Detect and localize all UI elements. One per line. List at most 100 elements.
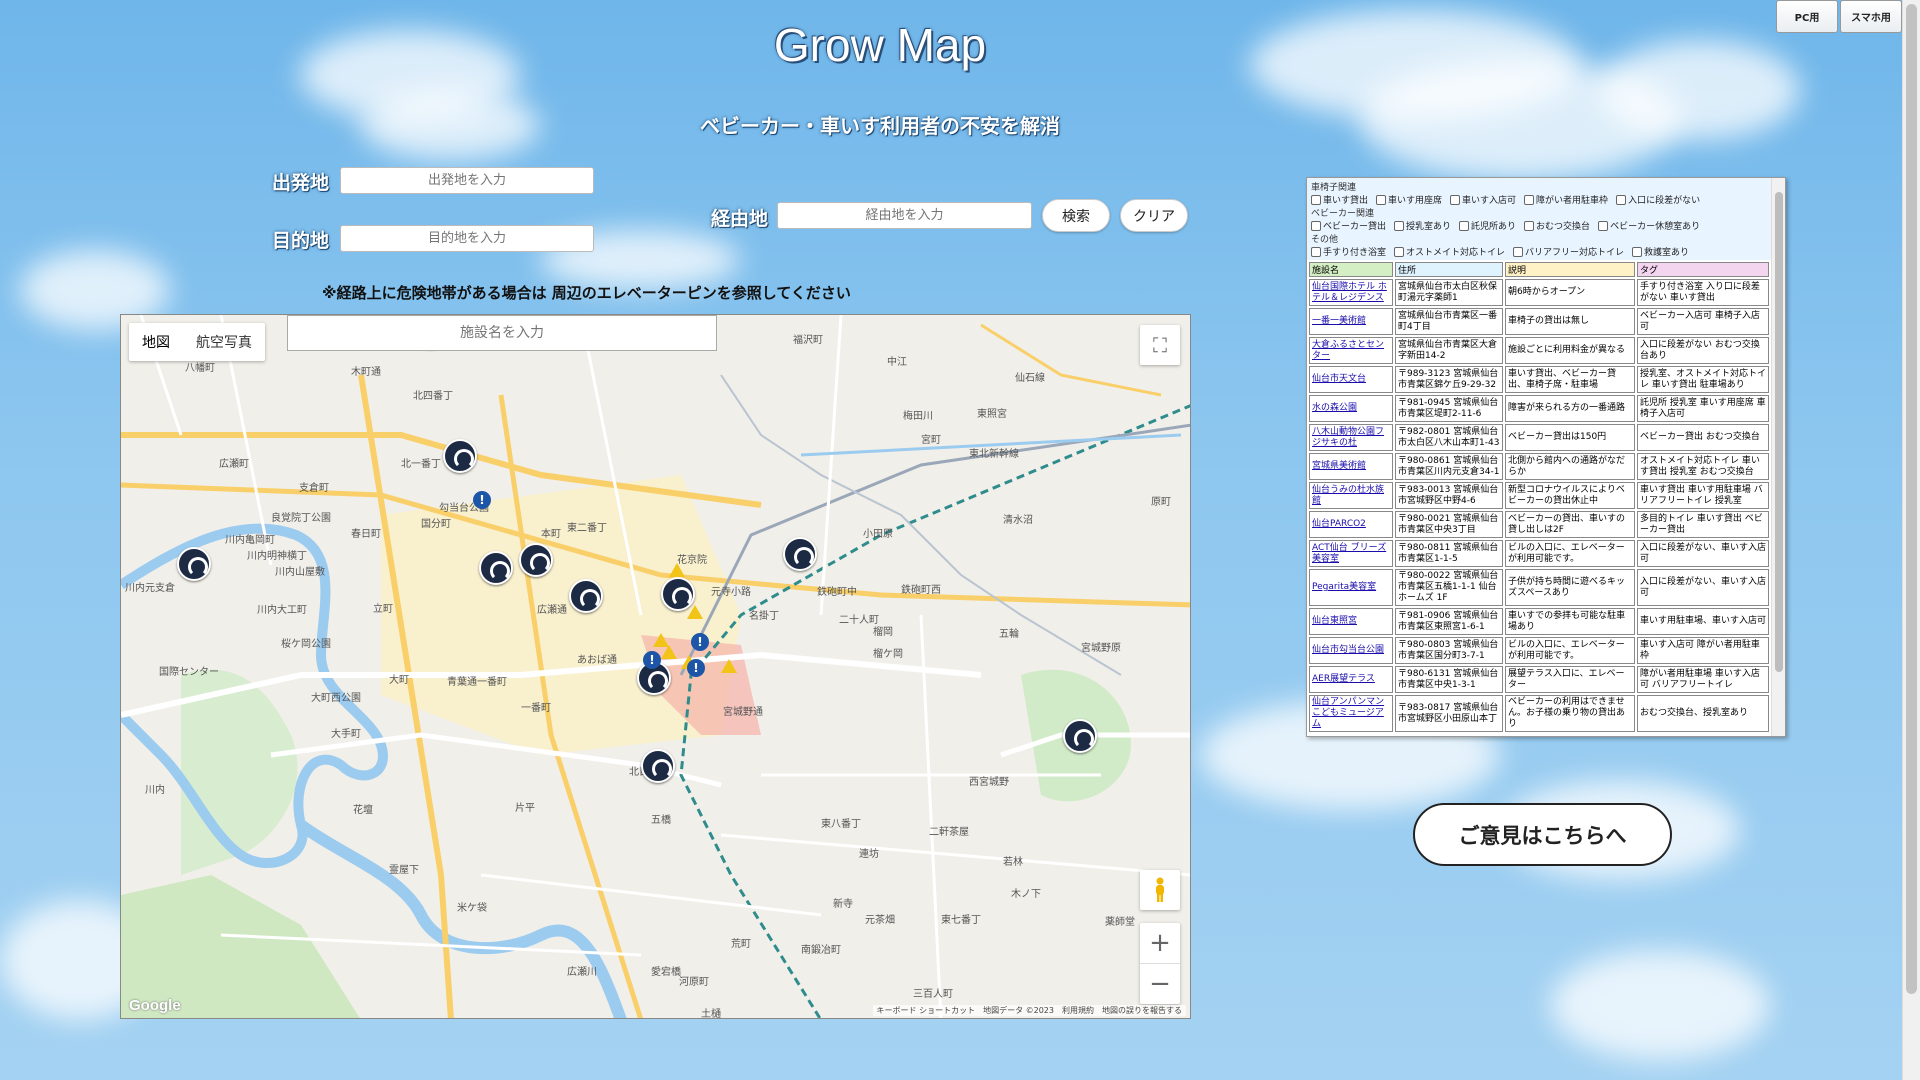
- map-place-label: 河原町: [679, 977, 709, 988]
- facility-name-link[interactable]: 大倉ふるさとセンター: [1309, 337, 1393, 364]
- table-row: 宮城県美術館 〒980-0861 宮城県仙台市青葉区川内元支倉34-1 北側から館内…: [1309, 453, 1769, 480]
- table-row: 水の森公園 〒981-0945 宮城県仙台市青葉区堤町2-11-6 障害が来られる方…: [1309, 395, 1769, 422]
- filter-checkbox[interactable]: おむつ交換台: [1524, 219, 1590, 232]
- facility-name-link[interactable]: AER展望テラス: [1309, 666, 1393, 693]
- map-place-label: 新寺: [833, 899, 853, 910]
- facility-address: 〒982-0801 宮城県仙台市太白区八木山本町1-43: [1395, 424, 1503, 451]
- filter-checkbox[interactable]: 手すり付き浴室: [1311, 245, 1386, 258]
- waypoint-input[interactable]: [777, 202, 1032, 229]
- page-scrollbar[interactable]: [1902, 0, 1920, 1080]
- facility-description: 子供が持ち時間に遊べるキッズスペースあり: [1505, 569, 1635, 606]
- filter-checkbox[interactable]: バリアフリー対応トイレ: [1513, 245, 1624, 258]
- facility-name-link[interactable]: 仙台市勾当台公園: [1309, 637, 1393, 664]
- map-place-label: 鉄砲町中: [817, 587, 857, 598]
- zoom-out-button[interactable]: −: [1140, 963, 1180, 1003]
- smartphone-version-button[interactable]: スマホ用: [1840, 0, 1902, 33]
- facility-search-input[interactable]: [287, 315, 717, 351]
- elevator-pin[interactable]: !: [687, 659, 705, 677]
- danger-zone-marker[interactable]: [669, 563, 685, 577]
- danger-zone-marker[interactable]: [687, 605, 703, 619]
- facility-tags: 障がい者用駐車場 車いす入店可 バリアフリートイレ: [1637, 666, 1769, 693]
- facility-tags: 多目的トイレ 車いす貸出 ベビーカー貸出: [1637, 511, 1769, 538]
- elevator-pin[interactable]: !: [691, 633, 709, 651]
- feedback-button[interactable]: ご意見はこちらへ: [1413, 803, 1672, 866]
- danger-zone-marker[interactable]: [721, 659, 737, 673]
- map-attribution[interactable]: キーボード ショートカット 地図データ ©2023 利用規約 地図の誤りを報告す…: [872, 1005, 1186, 1016]
- filter-checkbox[interactable]: 託児所あり: [1459, 219, 1516, 232]
- table-row: AER展望テラス 〒980-6131 宮城県仙台市青葉区中央1-3-1 展望テラス入…: [1309, 666, 1769, 693]
- facility-description: 展望テラス入口に、エレベーター: [1505, 666, 1635, 693]
- facility-name-link[interactable]: 仙台東照宮: [1309, 608, 1393, 635]
- map-place-label: 東二番丁: [567, 523, 607, 534]
- facility-name-link[interactable]: 仙台市天文台: [1309, 366, 1393, 393]
- facility-name-link[interactable]: 仙台アンパンマンこどもミュージアム: [1309, 695, 1393, 732]
- filter-checkbox[interactable]: 授乳室あり: [1394, 219, 1451, 232]
- elevator-pin[interactable]: !: [643, 651, 661, 669]
- filter-checkbox[interactable]: ベビーカー貸出: [1311, 219, 1386, 232]
- facility-pin[interactable]: [1063, 719, 1097, 753]
- zoom-in-button[interactable]: +: [1140, 923, 1180, 963]
- elevator-pin[interactable]: !: [473, 491, 491, 509]
- facility-pin[interactable]: [177, 547, 211, 581]
- facility-name-link[interactable]: 一番一美術館: [1309, 308, 1393, 335]
- map-place-label: 東七番丁: [941, 915, 981, 926]
- filter-checkbox[interactable]: 車いす入店可: [1450, 193, 1516, 206]
- map-place-label: 中江: [887, 357, 907, 368]
- facility-tags: 託児所 授乳室 車いす用座席 車椅子入店可: [1637, 395, 1769, 422]
- map-type-satellite-button[interactable]: 航空写真: [183, 323, 265, 361]
- filter-checkbox[interactable]: 障がい者用駐車枠: [1524, 193, 1608, 206]
- waypoint-label: 経由地: [711, 208, 769, 230]
- column-header: タグ: [1637, 262, 1769, 277]
- column-header: 説明: [1505, 262, 1635, 277]
- table-row: 八木山動物公園フジサキの杜 〒982-0801 宮城県仙台市太白区八木山本町1-4…: [1309, 424, 1769, 451]
- facility-address: 〒980-6131 宮城県仙台市青葉区中央1-3-1: [1395, 666, 1503, 693]
- origin-input[interactable]: [340, 167, 594, 194]
- facility-pin[interactable]: [569, 579, 603, 613]
- facility-name-link[interactable]: ACT仙台 ブリーズ美容室: [1309, 540, 1393, 567]
- table-row: 大倉ふるさとセンター 宮城県仙台市青葉区大倉字新田14-2 施設ごとに利用料金が異な…: [1309, 337, 1769, 364]
- map-place-label: 宮城野通: [723, 707, 763, 718]
- destination-input[interactable]: [340, 225, 594, 252]
- facility-tags: 車いす貸出 車いす用駐車場 バリアフリートイレ 授乳室: [1637, 482, 1769, 509]
- facility-name-link[interactable]: 八木山動物公園フジサキの杜: [1309, 424, 1393, 451]
- filter-checkbox[interactable]: 車いす貸出: [1311, 193, 1368, 206]
- street-view-pegman-icon[interactable]: [1140, 870, 1180, 910]
- map-type-map-button[interactable]: 地図: [129, 323, 183, 361]
- facility-pin[interactable]: [443, 439, 477, 473]
- map-place-label: 川内亀岡町: [225, 535, 275, 546]
- facility-name-link[interactable]: 仙台うみの杜水族館: [1309, 482, 1393, 509]
- facility-name-link[interactable]: 宮城県美術館: [1309, 453, 1393, 480]
- pc-version-button[interactable]: PC用: [1776, 0, 1838, 33]
- facility-pin[interactable]: [479, 551, 513, 585]
- facility-name-link[interactable]: 水の森公園: [1309, 395, 1393, 422]
- danger-zone-marker[interactable]: [661, 645, 677, 659]
- site-title: Grow Map: [773, 19, 987, 71]
- facility-description: 北側から館内への通路がなだらか: [1505, 453, 1635, 480]
- map[interactable]: 木町通 北四番丁 支倉町 春日町 国分町 川内亀岡町 川内明神横丁 川内山屋敷 …: [120, 314, 1191, 1019]
- map-place-label: あおば通: [577, 655, 617, 666]
- filter-checkbox[interactable]: ベビーカー休憩室あり: [1598, 219, 1700, 232]
- panel-scrollbar[interactable]: [1771, 178, 1785, 736]
- filter-area: 車椅子関連 車いす貸出 車いす用座席 車いす入店可 障がい者用駐車枠 入口に段差…: [1307, 178, 1785, 260]
- fullscreen-icon[interactable]: ⛶: [1140, 325, 1180, 365]
- map-place-label: 花壇: [353, 805, 373, 816]
- map-place-label: 五橋: [651, 815, 671, 826]
- filter-checkbox[interactable]: 車いす用座席: [1376, 193, 1442, 206]
- facility-pin[interactable]: [519, 543, 553, 577]
- filter-checkbox[interactable]: 入口に段差がない: [1616, 193, 1700, 206]
- filter-checkbox[interactable]: オストメイト対応トイレ: [1394, 245, 1505, 258]
- facility-name-link[interactable]: 仙台PARCO2: [1309, 511, 1393, 538]
- facility-pin[interactable]: [641, 749, 675, 783]
- search-button[interactable]: 検索: [1042, 199, 1110, 232]
- clear-button[interactable]: クリア: [1120, 199, 1188, 232]
- map-place-label: 桜ケ岡公園: [281, 639, 331, 650]
- map-place-label: 広瀬町: [219, 459, 249, 470]
- facility-name-link[interactable]: 仙台国際ホテル ホテル＆レジデンス: [1309, 279, 1393, 306]
- table-row: ACT仙台 ブリーズ美容室 〒980-0811 宮城県仙台市青葉区1-1-5 ビルの…: [1309, 540, 1769, 567]
- route-notice: ※経路上に危険地帯がある場合は 周辺のエレベーターピンを参照してください: [322, 284, 851, 302]
- facility-name-link[interactable]: Pegarita美容室: [1309, 569, 1393, 606]
- facility-description: 車いすでの参拝も可能な駐車場あり: [1505, 608, 1635, 635]
- facility-pin[interactable]: [783, 537, 817, 571]
- filter-checkbox[interactable]: 救護室あり: [1632, 245, 1689, 258]
- map-place-label: 霊屋下: [389, 865, 419, 876]
